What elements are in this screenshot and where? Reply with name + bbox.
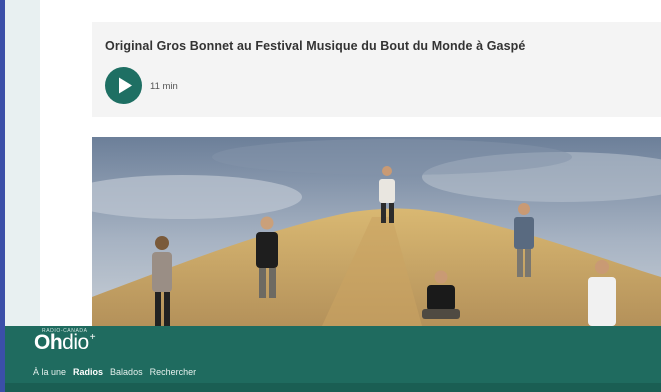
side-rail [5,0,40,326]
app-bar-bottom-strip [5,383,661,392]
band-photo [92,137,661,326]
ohdio-logo[interactable]: Ohdio+ [34,331,96,355]
episode-card[interactable]: Original Gros Bonnet au Festival Musique… [92,22,661,117]
play-icon [119,77,132,94]
logo-part-oh: Oh [34,331,63,354]
nav-item-rechercher[interactable]: Rechercher [150,367,197,377]
nav-item-balados[interactable]: Balados [110,367,143,377]
main-nav: À la une Radios Balados Rechercher [33,367,196,377]
episode-title[interactable]: Original Gros Bonnet au Festival Musique… [105,39,525,53]
main-content: Original Gros Bonnet au Festival Musique… [40,0,661,326]
ohdio-app-bar: RADIO-CANADA Ohdio+ À la une Radios Bala… [5,326,661,392]
play-button[interactable] [105,67,142,104]
logo-part-dio: dio [62,331,89,354]
nav-item-radios[interactable]: Radios [73,367,103,377]
episode-duration: 11 min [150,81,178,92]
logo-plus-icon: + [89,332,96,343]
nav-item-a-la-une[interactable]: À la une [33,367,66,377]
